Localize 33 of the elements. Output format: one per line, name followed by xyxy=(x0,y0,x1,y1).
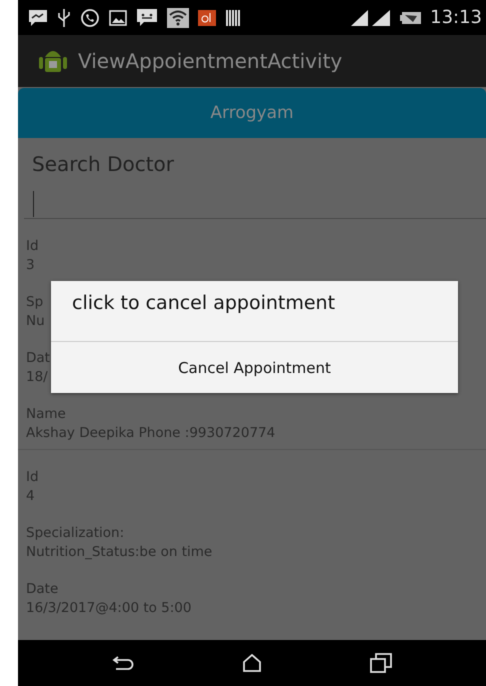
field-label: Sp xyxy=(26,293,44,312)
field-label: Id xyxy=(26,237,39,256)
screen-title: ViewAppoientmentActivity xyxy=(78,49,342,73)
image-icon xyxy=(109,10,127,26)
battery-icon xyxy=(400,10,422,24)
signal-icon xyxy=(350,8,392,26)
search-field[interactable] xyxy=(24,190,486,219)
field-value: 18/ xyxy=(26,368,48,387)
search-heading: Search Doctor xyxy=(31,151,176,178)
wifi-icon xyxy=(167,8,189,28)
field-value: 3 xyxy=(26,256,35,275)
field-value: Nutrition_Status:be on time xyxy=(26,543,212,562)
cancel-appointment-button[interactable]: Cancel Appointment xyxy=(51,342,458,393)
field-label: Id xyxy=(26,468,39,487)
field-value: Akshay Deepika Phone :9930720774 xyxy=(26,424,276,443)
chat-icon xyxy=(28,8,48,26)
back-icon[interactable] xyxy=(112,655,134,671)
clock: 13:13 xyxy=(430,7,482,28)
field-value: Nu xyxy=(26,312,45,331)
smiley-message-icon xyxy=(136,8,158,28)
barcode-icon xyxy=(225,8,241,26)
field-label: Specialization: xyxy=(26,524,124,543)
field-label: Dat xyxy=(26,349,50,368)
field-label: Name xyxy=(26,405,66,424)
phone-bubble-icon xyxy=(80,8,100,28)
field-label: Date xyxy=(26,580,58,599)
recent-apps-icon[interactable] xyxy=(370,653,392,673)
field-value: 4 xyxy=(26,487,35,506)
home-icon[interactable] xyxy=(242,654,262,672)
usb-icon xyxy=(57,8,71,28)
field-value: 16/3/2017@4:00 to 5:00 xyxy=(26,599,192,618)
dialog-message: click to cancel appointment xyxy=(51,281,458,342)
app-badge-icon xyxy=(198,10,216,26)
